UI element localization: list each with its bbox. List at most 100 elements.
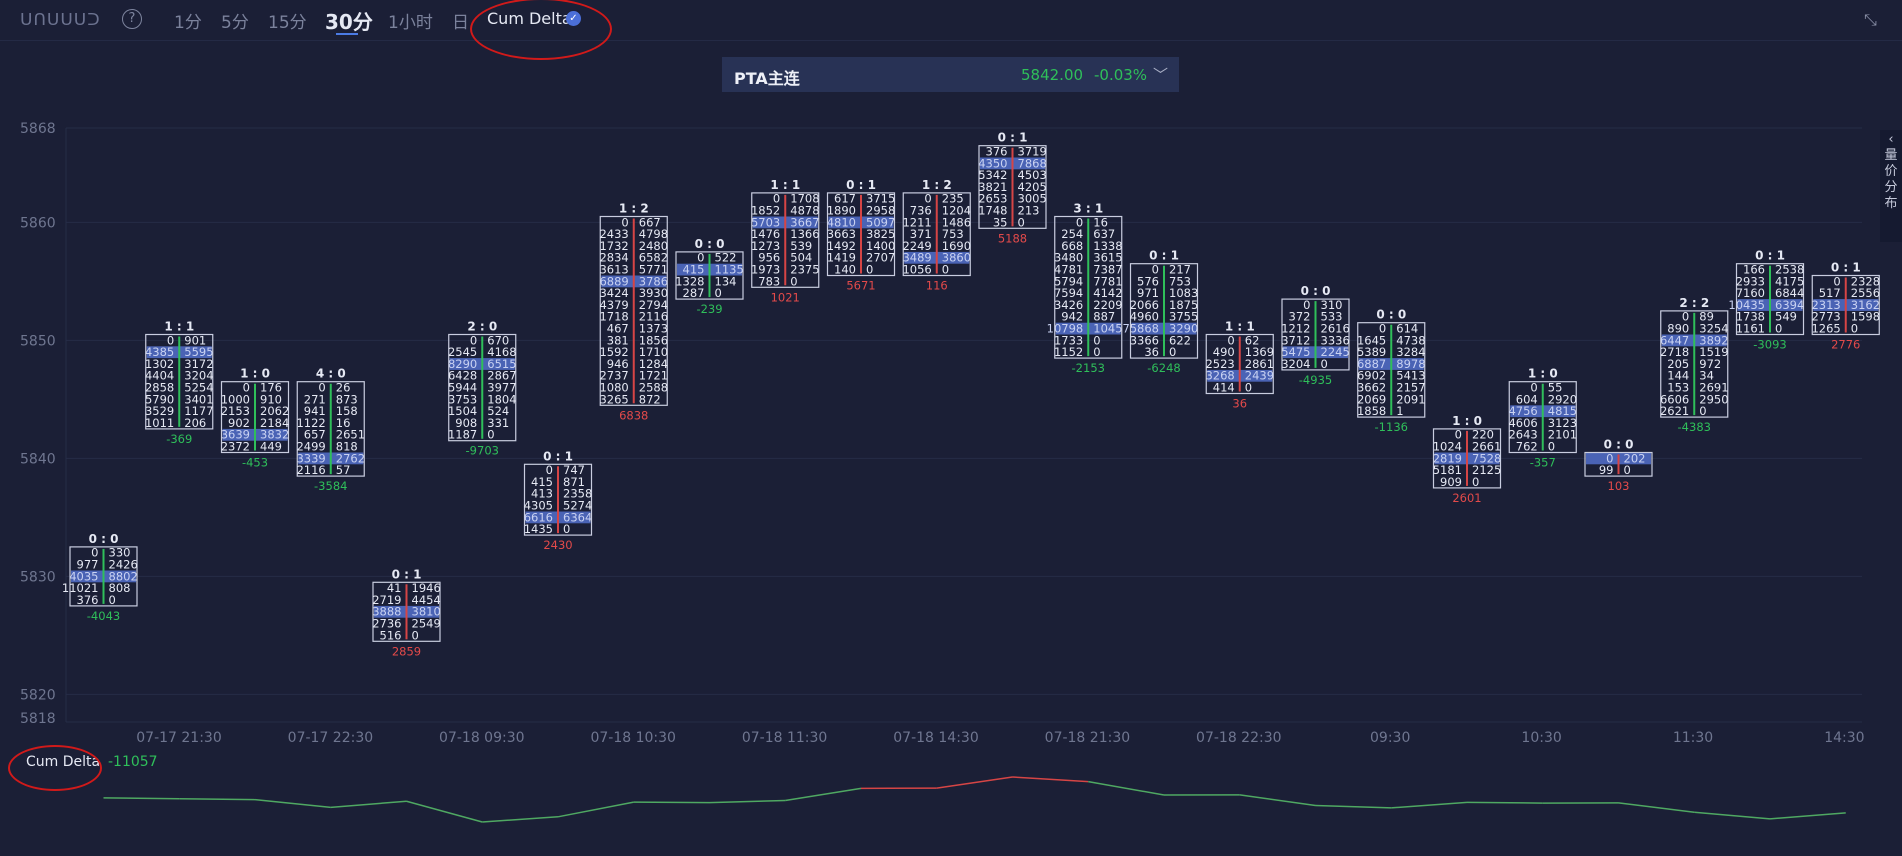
cum-delta-segment [557, 801, 634, 818]
bar-delta-label: -369 [166, 432, 192, 446]
ask-volume: 206 [184, 416, 206, 430]
x-tick-label: 07-17 22:30 [288, 730, 373, 746]
bid-volume: 35 [993, 215, 1008, 229]
bid-volume: 762 [1516, 440, 1538, 454]
cum-delta-segment [633, 801, 710, 804]
cum-delta-segment [785, 787, 862, 802]
bar-delta-label: -6248 [1147, 361, 1180, 375]
cum-delta-segment [1239, 794, 1316, 807]
ask-volume: 0 [942, 263, 949, 277]
bid-volume: 1011 [145, 416, 174, 430]
bid-volume: 1161 [1736, 322, 1765, 336]
bar-delta-label: 103 [1608, 479, 1630, 493]
ask-volume: 0 [412, 628, 419, 642]
ask-volume: 449 [260, 440, 282, 454]
x-tick-label: 10:30 [1521, 730, 1561, 746]
bid-volume: 287 [683, 286, 705, 300]
bid-volume: 516 [380, 628, 402, 642]
footprint-chart[interactable]: 5868 5860 5850 5840 5830 5820 5818 07-17 21:30 0… [0, 0, 1902, 856]
footprint-header: 3 : 1 [1073, 202, 1103, 216]
ask-volume: 0 [1018, 215, 1025, 229]
y-tick-label: 5840 [20, 451, 56, 467]
bid-volume: 2372 [221, 440, 250, 454]
footprint-header: 1 : 0 [1452, 414, 1482, 428]
bar-delta-label: -3093 [1753, 338, 1786, 352]
cum-delta-segment [103, 797, 180, 800]
bar-delta-label: -2153 [1072, 361, 1105, 375]
cum-delta-value: -11057 [108, 754, 158, 770]
bid-volume: 140 [834, 263, 856, 277]
bar-delta-label: 2859 [392, 644, 421, 658]
ask-volume: 1 [1396, 404, 1403, 418]
cum-delta-segment [1088, 780, 1165, 796]
footprint-header: 1 : 1 [770, 178, 800, 192]
x-tick-label: 09:30 [1370, 730, 1410, 746]
bid-volume: 1858 [1357, 404, 1386, 418]
bar-delta-label: 2776 [1831, 338, 1860, 352]
ask-volume: 0 [487, 428, 494, 442]
footprint-header: 0 : 0 [1376, 308, 1406, 322]
bar-delta-label: 2430 [543, 538, 572, 552]
footprint-header: 0 : 1 [392, 567, 422, 581]
bar-delta-label: -453 [242, 456, 268, 470]
bar-delta-label: -9703 [466, 444, 499, 458]
bar-delta-label: -1136 [1375, 420, 1408, 434]
footprint-header: 0 : 0 [1301, 284, 1331, 298]
bid-volume: 1187 [448, 428, 477, 442]
footprint-header: 0 : 0 [695, 237, 725, 251]
footprint-header: 0 : 1 [1831, 261, 1861, 275]
ask-volume: 0 [1093, 345, 1100, 359]
footprint-header: 0 : 1 [543, 449, 573, 463]
cum-delta-segment [1012, 776, 1089, 783]
x-tick-label: 07-18 21:30 [1045, 730, 1130, 746]
ask-volume: 0 [1245, 381, 1252, 395]
bid-volume: 36 [1144, 345, 1159, 359]
ask-volume: 0 [1169, 345, 1176, 359]
y-tick-label: 5860 [20, 215, 56, 231]
bid-volume: 3204 [1281, 357, 1310, 371]
footprint-header: 0 : 1 [1149, 249, 1179, 263]
bar-delta-label: 6838 [619, 408, 648, 422]
x-tick-label: 07-18 14:30 [893, 730, 978, 746]
bar-delta-label: 116 [926, 279, 948, 293]
footprint-header: 1 : 0 [240, 367, 270, 381]
x-tick-label: 07-18 10:30 [590, 730, 675, 746]
cum-delta-segment [254, 798, 331, 809]
footprint-header: 1 : 2 [922, 178, 952, 192]
footprint-header: 2 : 0 [467, 320, 497, 334]
ask-volume: 57 [336, 463, 351, 477]
y-tick-label: 5868 [20, 121, 56, 137]
ask-volume: 0 [1775, 322, 1782, 336]
footprint-header: 1 : 0 [1528, 367, 1558, 381]
bid-volume: 909 [1440, 475, 1462, 489]
ask-volume: 0 [1624, 463, 1631, 477]
cum-delta-segment [1315, 804, 1392, 809]
footprint-header: 0 : 1 [846, 178, 876, 192]
ask-volume: 0 [563, 522, 570, 536]
footprint-header: 0 : 1 [1755, 249, 1785, 263]
bid-volume: 1056 [902, 263, 931, 277]
y-tick-label: 5850 [20, 333, 56, 349]
bid-volume: 2116 [296, 463, 325, 477]
ask-volume: 0 [715, 286, 722, 300]
footprint-header: 1 : 2 [619, 202, 649, 216]
x-tick-label: 07-17 21:30 [136, 730, 221, 746]
x-tick-label: 07-18 22:30 [1196, 730, 1281, 746]
bid-volume: 414 [1213, 381, 1235, 395]
ask-volume: 0 [1321, 357, 1328, 371]
bid-volume: 3265 [599, 392, 628, 406]
cum-delta-segment [1694, 811, 1771, 820]
bar-delta-label: -4935 [1299, 373, 1332, 387]
bid-volume: 1265 [1811, 322, 1840, 336]
y-tick-label: 5818 [20, 711, 56, 727]
cum-delta-segment [1391, 801, 1468, 809]
footprint-header: 0 : 1 [998, 131, 1028, 145]
cum-delta-segment [179, 797, 256, 801]
ask-volume: 872 [639, 392, 661, 406]
bid-volume: 376 [77, 593, 99, 607]
ask-volume: 0 [1548, 440, 1555, 454]
ask-volume: 0 [1851, 322, 1858, 336]
x-tick-label: 07-18 11:30 [742, 730, 827, 746]
ask-volume: 0 [866, 263, 873, 277]
bar-delta-label: 5188 [998, 231, 1027, 245]
